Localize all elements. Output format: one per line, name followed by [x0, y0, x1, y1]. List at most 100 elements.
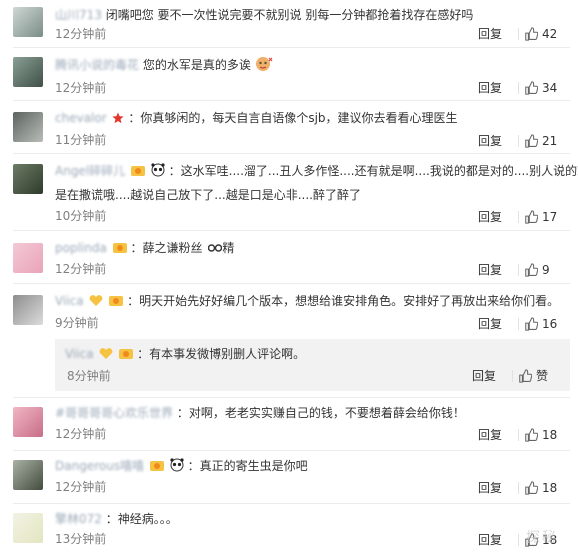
like-button[interactable]: 9 [524, 261, 570, 279]
reply-button[interactable]: 回复 [478, 25, 502, 43]
divider [13, 283, 570, 284]
comment-actions: 回复 17 [450, 208, 570, 228]
username[interactable]: Dangerous嘻嘻 [55, 459, 144, 473]
divider [13, 230, 570, 231]
like-count: 18 [542, 481, 558, 495]
subreply-box: Viica ：有本事发微博别删人评论啊。 8分钟前 回复 赞 [55, 339, 570, 391]
like-label: 赞 [536, 369, 549, 383]
reply-button[interactable]: 回复 [478, 132, 502, 150]
username[interactable]: 腾讯小说的毒花 [55, 58, 139, 72]
username[interactable]: #哥哥哥哥心欢乐世界 [55, 406, 173, 420]
username[interactable]: Viica [55, 294, 84, 308]
comment-text-tail: 精 [222, 241, 235, 255]
reply-button[interactable]: 回复 [478, 315, 502, 333]
reply-button[interactable]: 回复 [478, 261, 502, 279]
divider [13, 397, 570, 398]
comment-text: 闭嘴吧您 要不一次性说完要不就别说 别每一分钟都抢着找存在感好吗 [105, 8, 474, 22]
like-count: 42 [542, 27, 558, 41]
like-button[interactable]: 42 [524, 25, 570, 43]
subreply-username[interactable]: Viica [65, 347, 94, 361]
divider [518, 211, 519, 223]
heart-badge-icon [89, 292, 103, 314]
timestamp: 12分钟前 [55, 262, 107, 276]
divider [518, 318, 519, 330]
star-badge-icon [112, 109, 125, 131]
comment-actions: 回复 34 [450, 79, 570, 99]
like-button[interactable]: 21 [524, 132, 570, 150]
comment-actions: 回复 9 [450, 261, 570, 281]
thumbs-up-icon [525, 27, 538, 41]
avatar[interactable] [13, 513, 43, 543]
comment-actions: 回复 42 [450, 25, 570, 45]
avatar[interactable] [13, 164, 43, 194]
comment-actions: 回复 18 [450, 479, 570, 499]
like-count: 17 [542, 210, 558, 224]
thumbs-up-icon [525, 481, 538, 495]
thumbs-up-icon [525, 428, 538, 442]
comment-text: ：你真够闲的，每天自言自语像个sjb，建议你去看看心理医生 [128, 111, 458, 125]
divider [518, 28, 519, 40]
reply-button[interactable]: 回复 [478, 208, 502, 226]
reply-button[interactable]: 回复 [472, 367, 496, 385]
divider [13, 153, 570, 154]
username[interactable]: 擎林072 [55, 512, 102, 526]
vip-badge-icon [149, 457, 164, 479]
reply-button[interactable]: 回复 [478, 479, 502, 497]
username[interactable]: poplinda [55, 241, 107, 255]
thumbs-up-icon [525, 263, 538, 277]
like-button[interactable]: 赞 [518, 367, 564, 385]
vip-badge-icon [119, 345, 134, 367]
comment-actions: 回复 18 [450, 426, 570, 446]
username[interactable]: Angel碎碎儿 [55, 164, 125, 178]
emoji-icon [255, 56, 273, 72]
divider [13, 503, 570, 504]
divider [13, 47, 570, 48]
divider [518, 82, 519, 94]
vip-badge-icon [112, 239, 127, 261]
divider [13, 100, 570, 101]
timestamp: 12分钟前 [55, 480, 107, 494]
comment-text: ：薛之谦粉丝 [130, 241, 203, 255]
like-button[interactable]: 16 [524, 315, 570, 333]
divider [518, 135, 519, 147]
avatar[interactable] [13, 295, 43, 325]
thumbs-up-icon [525, 81, 538, 95]
like-count: 16 [542, 317, 558, 331]
watermark: 探秘 [526, 530, 558, 546]
avatar[interactable] [13, 407, 43, 437]
comment-list: 山川713 闭嘴吧您 要不一次性说完要不就别说 别每一分钟都抢着找存在感好吗 1… [0, 0, 578, 553]
avatar[interactable] [13, 112, 43, 142]
divider [512, 370, 513, 382]
thumbs-up-icon [519, 369, 532, 383]
like-button[interactable]: 17 [524, 208, 570, 226]
like-count: 18 [542, 428, 558, 442]
subreply-text: ：有本事发微博别删人评论啊。 [137, 347, 306, 361]
like-count: 9 [542, 263, 550, 277]
like-button[interactable]: 18 [524, 426, 570, 444]
panda-icon [151, 162, 165, 184]
like-button[interactable]: 34 [524, 79, 570, 97]
thumbs-up-icon [525, 317, 538, 331]
panda-icon [170, 457, 184, 479]
avatar[interactable] [13, 243, 43, 273]
reply-button[interactable]: 回复 [478, 79, 502, 97]
heart-badge-icon [99, 345, 113, 367]
thumbs-up-icon [525, 134, 538, 148]
avatar[interactable] [13, 7, 43, 37]
username[interactable]: chevalor [55, 111, 107, 125]
avatar[interactable] [13, 460, 43, 490]
like-button[interactable]: 18 [524, 479, 570, 497]
timestamp: 12分钟前 [55, 427, 107, 441]
vip-badge-icon [109, 292, 124, 314]
username[interactable]: 山川713 [55, 8, 102, 22]
divider [13, 450, 570, 451]
timestamp: 9分钟前 [55, 316, 99, 330]
like-count: 34 [542, 81, 558, 95]
vip-badge-icon [130, 162, 145, 184]
divider [518, 534, 519, 546]
subreply-actions: 回复 赞 [444, 367, 564, 387]
reply-button[interactable]: 回复 [478, 531, 502, 549]
reply-button[interactable]: 回复 [478, 426, 502, 444]
avatar[interactable] [13, 57, 43, 87]
like-count: 21 [542, 134, 558, 148]
